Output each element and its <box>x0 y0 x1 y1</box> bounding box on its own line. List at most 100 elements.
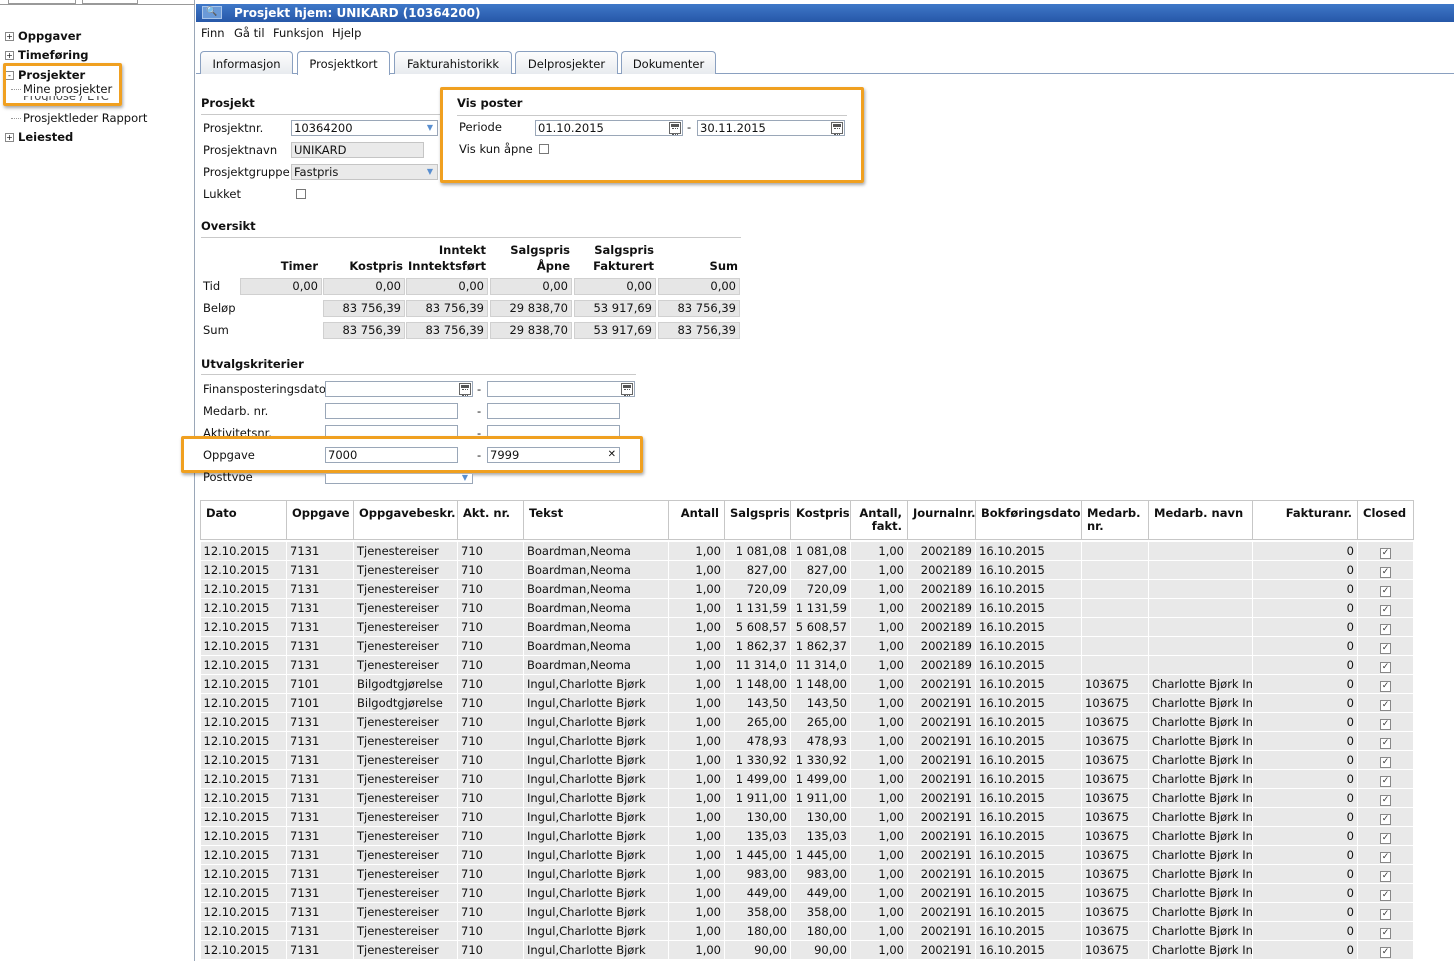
closed-checkbox[interactable]: ✓ <box>1380 795 1391 806</box>
table-row[interactable]: 12.10.2015 7131 Tjenestereiser 710 Ingul,Cha… <box>200 750 1414 770</box>
closed-checkbox[interactable]: ✓ <box>1380 871 1391 882</box>
table-cell: 983,00 <box>790 864 851 884</box>
closed-checkbox[interactable]: ✓ <box>1380 776 1391 787</box>
column-header[interactable]: Journalnr. <box>907 500 976 540</box>
column-header[interactable]: Tekst <box>523 500 669 540</box>
medarb-nr-to-field[interactable] <box>487 403 620 419</box>
tab-delprosjekter[interactable]: Delprosjekter <box>515 51 618 74</box>
closed-checkbox[interactable]: ✓ <box>1380 719 1391 730</box>
tab-prosjektkort[interactable]: Prosjektkort <box>297 51 390 75</box>
tree-item-timeforing[interactable]: + Timeføring <box>5 48 89 62</box>
table-row[interactable]: 12.10.2015 7131 Tjenestereiser 710 Boardman,… <box>200 541 1414 561</box>
column-header[interactable]: Bokføringsdato <box>975 500 1082 540</box>
lukket-checkbox[interactable] <box>296 189 306 199</box>
expand-icon[interactable]: + <box>5 133 14 142</box>
column-header[interactable]: Akt. nr. <box>457 500 524 540</box>
column-header[interactable]: Kostpris <box>790 500 851 540</box>
closed-checkbox[interactable]: ✓ <box>1380 605 1391 616</box>
column-header[interactable]: Antall <box>668 500 725 540</box>
menu-funksjon[interactable]: Funksjon <box>273 26 324 40</box>
posttype-dropdown[interactable]: ▼ <box>325 474 473 484</box>
column-header[interactable]: Fakturanr. <box>1252 500 1358 540</box>
table-row[interactable]: 12.10.2015 7131 Tjenestereiser 710 Ingul,Cha… <box>200 883 1414 903</box>
table-cell: 16.10.2015 <box>975 617 1082 637</box>
closed-checkbox[interactable]: ✓ <box>1380 814 1391 825</box>
table-row[interactable]: 12.10.2015 7131 Tjenestereiser 710 Ingul,Cha… <box>200 826 1414 846</box>
tree-subitem-prosjektleder-rapport[interactable]: Prosjektleder Rapport <box>11 111 147 125</box>
table-cell: 1 330,92 <box>724 750 791 770</box>
column-header[interactable]: Antall, fakt. <box>850 500 908 540</box>
dropdown-arrow-icon[interactable]: ▼ <box>423 121 437 135</box>
column-header[interactable]: Dato <box>200 500 287 540</box>
closed-checkbox[interactable]: ✓ <box>1380 757 1391 768</box>
closed-checkbox[interactable]: ✓ <box>1380 852 1391 863</box>
closed-checkbox[interactable]: ✓ <box>1380 890 1391 901</box>
table-cell: 1,00 <box>850 712 908 732</box>
menu-ga-til[interactable]: Gå til <box>234 26 265 40</box>
closed-checkbox[interactable]: ✓ <box>1380 928 1391 939</box>
closed-checkbox[interactable]: ✓ <box>1380 681 1391 692</box>
expand-icon[interactable]: + <box>5 51 14 60</box>
table-row[interactable]: 12.10.2015 7131 Tjenestereiser 710 Ingul,Cha… <box>200 712 1414 732</box>
closed-checkbox[interactable]: ✓ <box>1380 548 1391 559</box>
dropdown-arrow-icon[interactable]: ▼ <box>458 474 472 483</box>
closed-checkbox[interactable]: ✓ <box>1380 624 1391 635</box>
prosjektnr-field[interactable]: 10364200 ▼ <box>291 120 438 136</box>
table-cell: 2002189 <box>907 636 976 656</box>
table-cell: 12.10.2015 <box>200 940 287 960</box>
table-row[interactable]: 12.10.2015 7131 Tjenestereiser 710 Ingul,Cha… <box>200 731 1414 751</box>
toolbar-input-stub[interactable] <box>8 0 76 4</box>
table-row[interactable]: 12.10.2015 7131 Tjenestereiser 710 Ingul,Cha… <box>200 845 1414 865</box>
column-header[interactable]: Salgspris <box>724 500 791 540</box>
table-row[interactable]: 12.10.2015 7131 Tjenestereiser 710 Boardman,… <box>200 560 1414 580</box>
table-row[interactable]: 12.10.2015 7131 Tjenestereiser 710 Ingul,Cha… <box>200 864 1414 884</box>
table-row[interactable]: 12.10.2015 7131 Tjenestereiser 710 Boardman,… <box>200 655 1414 675</box>
table-row[interactable]: 12.10.2015 7131 Tjenestereiser 710 Boardman,… <box>200 617 1414 637</box>
calendar-icon[interactable] <box>459 383 471 396</box>
table-row[interactable]: 12.10.2015 7131 Tjenestereiser 710 Boardman,… <box>200 598 1414 618</box>
closed-checkbox[interactable]: ✓ <box>1380 662 1391 673</box>
medarb-nr-from-field[interactable] <box>325 403 458 419</box>
tree-item-oppgaver[interactable]: + Oppgaver <box>5 29 81 43</box>
table-cell: Tjenestereiser <box>353 902 458 922</box>
table-row[interactable]: 12.10.2015 7131 Tjenestereiser 710 Ingul,Cha… <box>200 769 1414 789</box>
closed-checkbox[interactable]: ✓ <box>1380 586 1391 597</box>
tab-informasjon[interactable]: Informasjon <box>200 51 293 74</box>
closed-checkbox[interactable]: ✓ <box>1380 643 1391 654</box>
column-header[interactable]: Medarb. navn <box>1148 500 1253 540</box>
table-cell: 1 081,08 <box>790 541 851 561</box>
table-row[interactable]: 12.10.2015 7131 Tjenestereiser 710 Ingul,Cha… <box>200 807 1414 827</box>
table-row[interactable]: 12.10.2015 7131 Tjenestereiser 710 Ingul,Cha… <box>200 921 1414 941</box>
closed-checkbox[interactable]: ✓ <box>1380 909 1391 920</box>
dropdown-arrow-icon[interactable]: ▼ <box>423 165 437 179</box>
toolbar-button-stub[interactable] <box>82 0 138 4</box>
closed-checkbox[interactable]: ✓ <box>1380 833 1391 844</box>
tab-dokumenter[interactable]: Dokumenter <box>621 51 716 74</box>
table-row[interactable]: 12.10.2015 7101 Bilgodtgjørelse 710 Ingul,Ch… <box>200 674 1414 694</box>
closed-checkbox[interactable]: ✓ <box>1380 947 1391 958</box>
column-header[interactable]: Oppgavebeskr. <box>353 500 458 540</box>
finansdato-from-field[interactable] <box>325 381 473 397</box>
calendar-icon[interactable] <box>621 383 633 396</box>
finansdato-to-field[interactable] <box>487 381 635 397</box>
prosjektgruppe-field[interactable]: Fastpris ▼ <box>291 164 438 180</box>
column-header[interactable]: Medarb. nr. <box>1081 500 1149 540</box>
closed-checkbox[interactable]: ✓ <box>1380 738 1391 749</box>
search-icon[interactable]: 🔍 <box>202 6 222 19</box>
column-header[interactable]: Closed <box>1357 500 1414 540</box>
table-row[interactable]: 12.10.2015 7101 Bilgodtgjørelse 710 Ingul,Ch… <box>200 693 1414 713</box>
menu-finn[interactable]: Finn <box>201 26 225 40</box>
menu-hjelp[interactable]: Hjelp <box>332 26 361 40</box>
expand-icon[interactable]: + <box>5 32 14 41</box>
column-header[interactable]: Oppgave <box>286 500 354 540</box>
tab-fakturahistorikk[interactable]: Fakturahistorikk <box>394 51 512 74</box>
closed-checkbox[interactable]: ✓ <box>1380 567 1391 578</box>
closed-checkbox[interactable]: ✓ <box>1380 700 1391 711</box>
tree-item-leiested[interactable]: + Leiested <box>5 130 73 144</box>
prosjektnavn-field[interactable]: UNIKARD <box>291 142 424 158</box>
table-row[interactable]: 12.10.2015 7131 Tjenestereiser 710 Boardman,… <box>200 636 1414 656</box>
table-row[interactable]: 12.10.2015 7131 Tjenestereiser 710 Ingul,Cha… <box>200 940 1414 960</box>
table-row[interactable]: 12.10.2015 7131 Tjenestereiser 710 Ingul,Cha… <box>200 902 1414 922</box>
table-row[interactable]: 12.10.2015 7131 Tjenestereiser 710 Boardman,… <box>200 579 1414 599</box>
table-row[interactable]: 12.10.2015 7131 Tjenestereiser 710 Ingul,Cha… <box>200 788 1414 808</box>
